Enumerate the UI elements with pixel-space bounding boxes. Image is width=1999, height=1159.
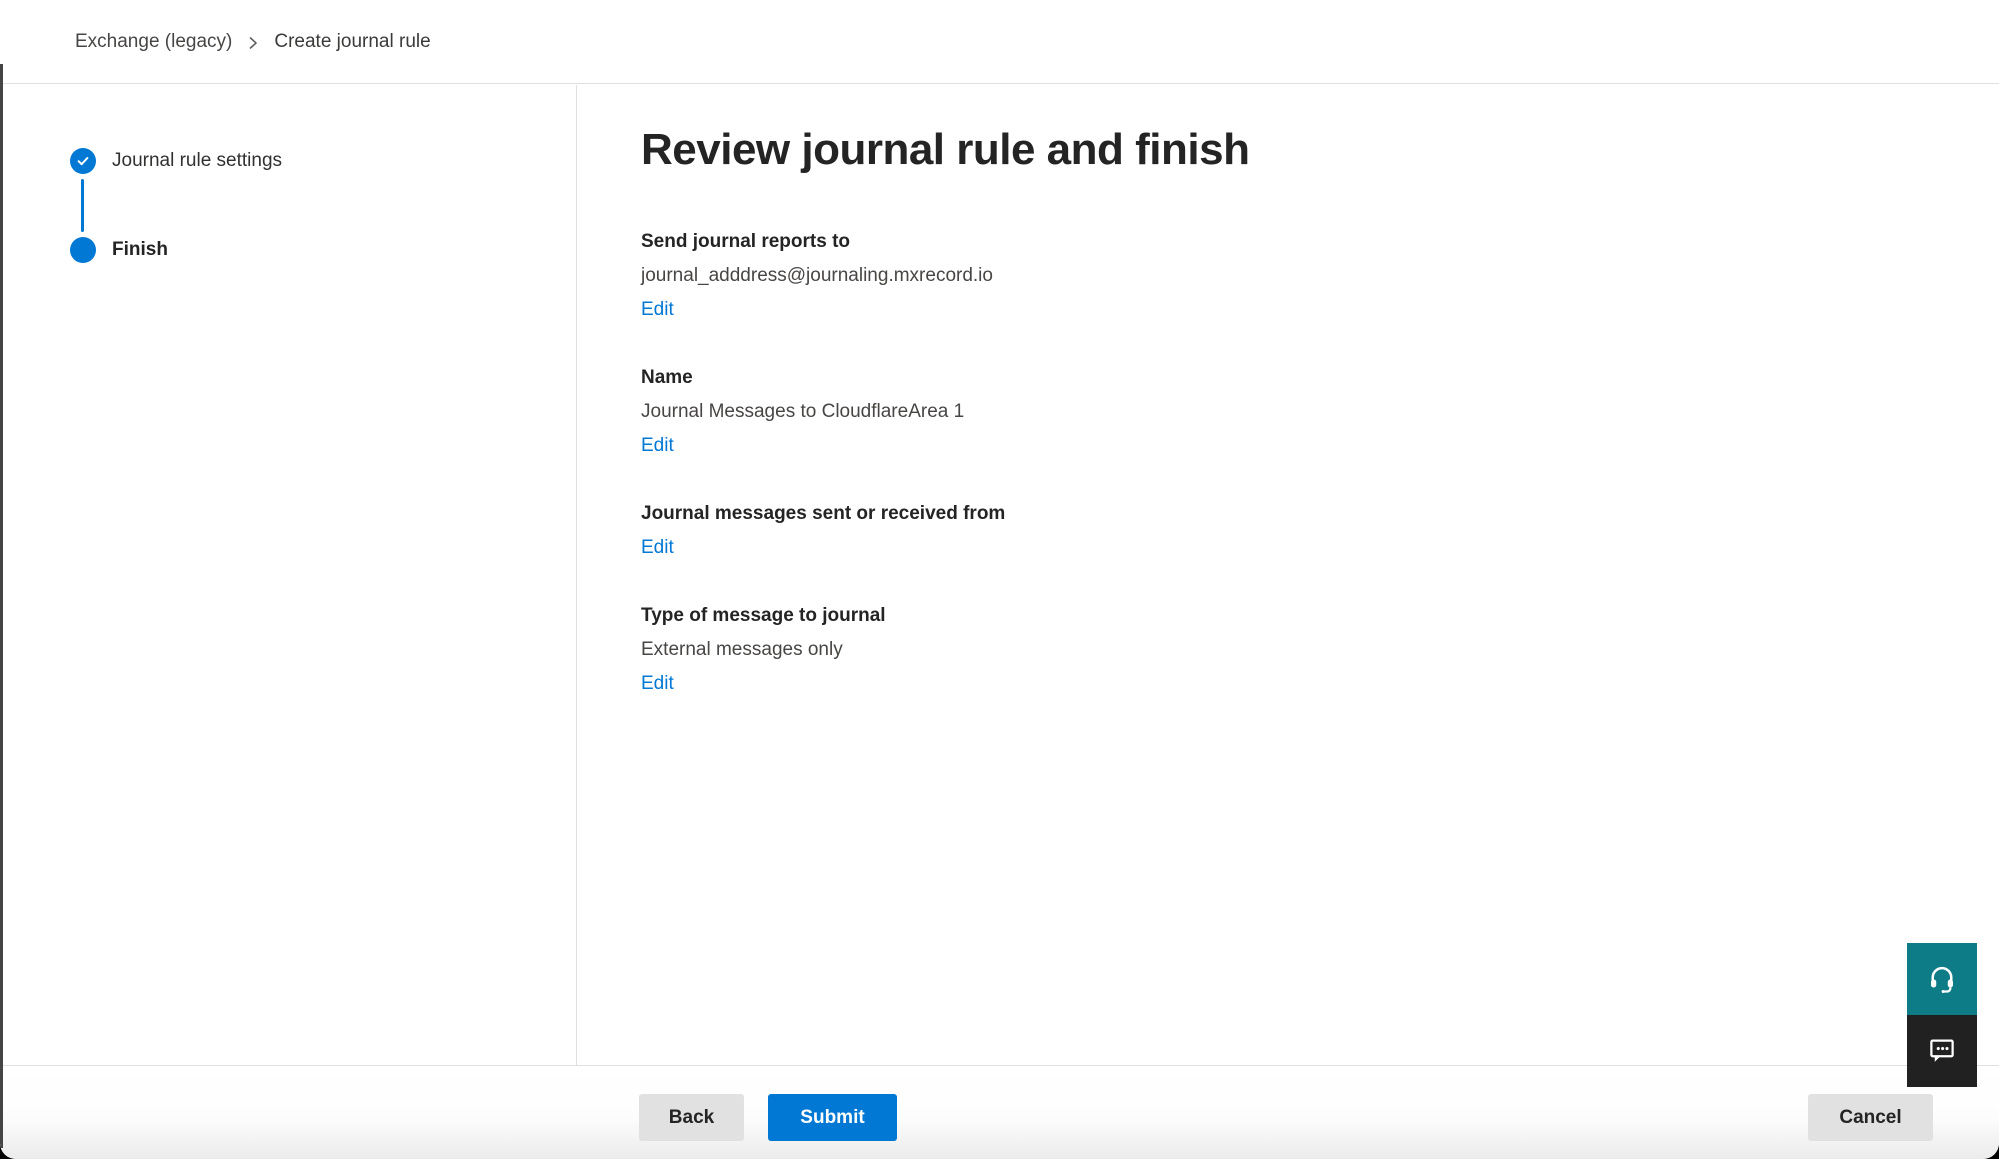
edit-link-journal-messages[interactable]: Edit <box>641 536 674 560</box>
floating-button-stack <box>1907 943 1977 1087</box>
footer-action-bar: Back Submit Cancel <box>0 1065 1999 1159</box>
wizard-step-label: Journal rule settings <box>112 148 282 174</box>
wizard-sidebar: Journal rule settings Finish <box>0 85 577 1065</box>
wizard-step-connector <box>81 179 84 232</box>
section-value: journal_adddress@journaling.mxrecord.io <box>641 264 1741 288</box>
filled-dot-icon <box>70 237 96 263</box>
wizard-step-finish[interactable]: Finish <box>70 237 168 263</box>
review-panel: Review journal rule and finish Send jour… <box>641 84 1741 696</box>
feedback-button[interactable] <box>1907 1015 1977 1087</box>
header-bar: Exchange (legacy) Create journal rule <box>0 0 1999 84</box>
edit-link-type-of-message[interactable]: Edit <box>641 672 674 696</box>
check-icon <box>70 148 96 174</box>
breadcrumb: Exchange (legacy) Create journal rule <box>75 0 431 84</box>
section-value: External messages only <box>641 638 1741 662</box>
review-section-name: Name Journal Messages to CloudflareArea … <box>641 366 1741 458</box>
edit-link-name[interactable]: Edit <box>641 434 674 458</box>
back-button[interactable]: Back <box>639 1094 744 1141</box>
breadcrumb-link-exchange-legacy[interactable]: Exchange (legacy) <box>75 31 232 53</box>
review-section-journal-messages-sent-or-received-from: Journal messages sent or received from E… <box>641 502 1741 560</box>
page-title: Review journal rule and finish <box>641 124 1741 176</box>
edit-link-send-journal-reports-to[interactable]: Edit <box>641 298 674 322</box>
section-label: Name <box>641 366 1741 390</box>
submit-button[interactable]: Submit <box>768 1094 897 1141</box>
help-button[interactable] <box>1907 943 1977 1015</box>
review-section-send-journal-reports-to: Send journal reports to journal_adddress… <box>641 230 1741 322</box>
section-label: Journal messages sent or received from <box>641 502 1741 526</box>
wizard-step-label: Finish <box>112 237 168 263</box>
section-label: Send journal reports to <box>641 230 1741 254</box>
wizard-step-journal-rule-settings[interactable]: Journal rule settings <box>70 148 282 174</box>
section-value: Journal Messages to CloudflareArea 1 <box>641 400 1741 424</box>
review-section-type-of-message: Type of message to journal External mess… <box>641 604 1741 696</box>
section-label: Type of message to journal <box>641 604 1741 628</box>
chat-icon <box>1927 1035 1957 1068</box>
cancel-button[interactable]: Cancel <box>1808 1094 1933 1141</box>
headset-icon <box>1927 963 1957 996</box>
chevron-right-icon <box>246 36 260 50</box>
app-window: Exchange (legacy) Create journal rule Jo… <box>0 0 1999 1159</box>
breadcrumb-current-page: Create journal rule <box>274 31 430 53</box>
window-left-edge <box>0 64 3 1148</box>
